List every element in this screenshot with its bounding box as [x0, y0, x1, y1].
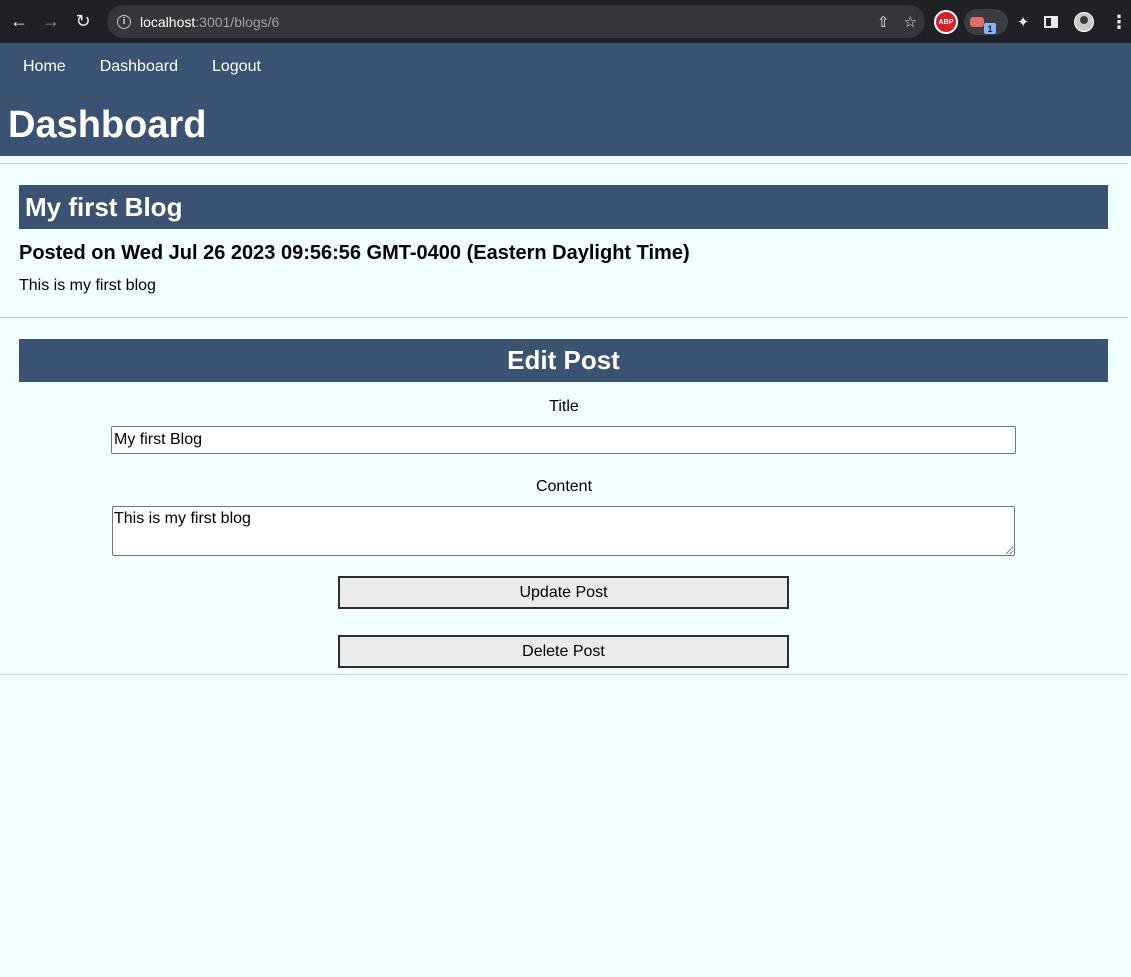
profile-avatar-icon[interactable]: [1074, 12, 1094, 32]
reload-icon[interactable]: ↻: [70, 9, 96, 35]
recorder-extension-icon[interactable]: 1: [964, 9, 1008, 35]
nav-dashboard-link[interactable]: Dashboard: [100, 57, 178, 76]
forward-arrow-icon[interactable]: →: [38, 9, 64, 35]
divider: [0, 317, 1128, 318]
page-title: Dashboard: [8, 104, 207, 146]
top-nav: Home Dashboard Logout: [23, 57, 295, 76]
title-input[interactable]: [111, 426, 1016, 454]
edit-post-heading: Edit Post: [19, 339, 1108, 382]
back-arrow-icon[interactable]: ←: [6, 9, 32, 35]
post-content: This is my first blog: [19, 277, 156, 294]
nav-logout-link[interactable]: Logout: [212, 57, 261, 76]
delete-post-button[interactable]: Delete Post: [338, 635, 789, 668]
address-bar[interactable]: i localhost:3001/blogs/6 ⇧ ☆: [107, 5, 925, 38]
share-icon[interactable]: ⇧: [877, 13, 890, 31]
divider: [0, 674, 1128, 675]
site-header: Home Dashboard Logout Dashboard: [0, 43, 1131, 156]
title-label: Title: [549, 398, 579, 415]
nav-home-link[interactable]: Home: [23, 57, 66, 76]
post-date: Posted on Wed Jul 26 2023 09:56:56 GMT-0…: [19, 242, 690, 264]
side-panel-icon[interactable]: [1044, 16, 1058, 28]
url-host: localhost: [140, 13, 196, 30]
content-textarea[interactable]: This is my first blog: [112, 506, 1015, 556]
url-path: :3001/blogs/6: [195, 13, 280, 30]
divider: [0, 163, 1128, 164]
adblock-extension-icon[interactable]: ABP: [934, 10, 958, 34]
update-post-button[interactable]: Update Post: [338, 576, 789, 609]
abp-label: ABP: [938, 18, 954, 26]
extensions-puzzle-icon[interactable]: ✦: [1012, 13, 1034, 31]
more-menu-icon[interactable]: ⋮: [1110, 12, 1128, 33]
post-title: My first Blog: [19, 185, 1108, 229]
record-icon: [970, 17, 984, 27]
content-label: Content: [535, 478, 593, 495]
extension-badge: 1: [984, 23, 996, 34]
browser-toolbar: ← → ↻ i localhost:3001/blogs/6 ⇧ ☆ ABP 1…: [0, 0, 1131, 43]
bookmark-star-icon[interactable]: ☆: [904, 13, 917, 31]
url-text[interactable]: localhost:3001/blogs/6: [140, 14, 279, 30]
site-info-icon[interactable]: i: [117, 14, 131, 29]
